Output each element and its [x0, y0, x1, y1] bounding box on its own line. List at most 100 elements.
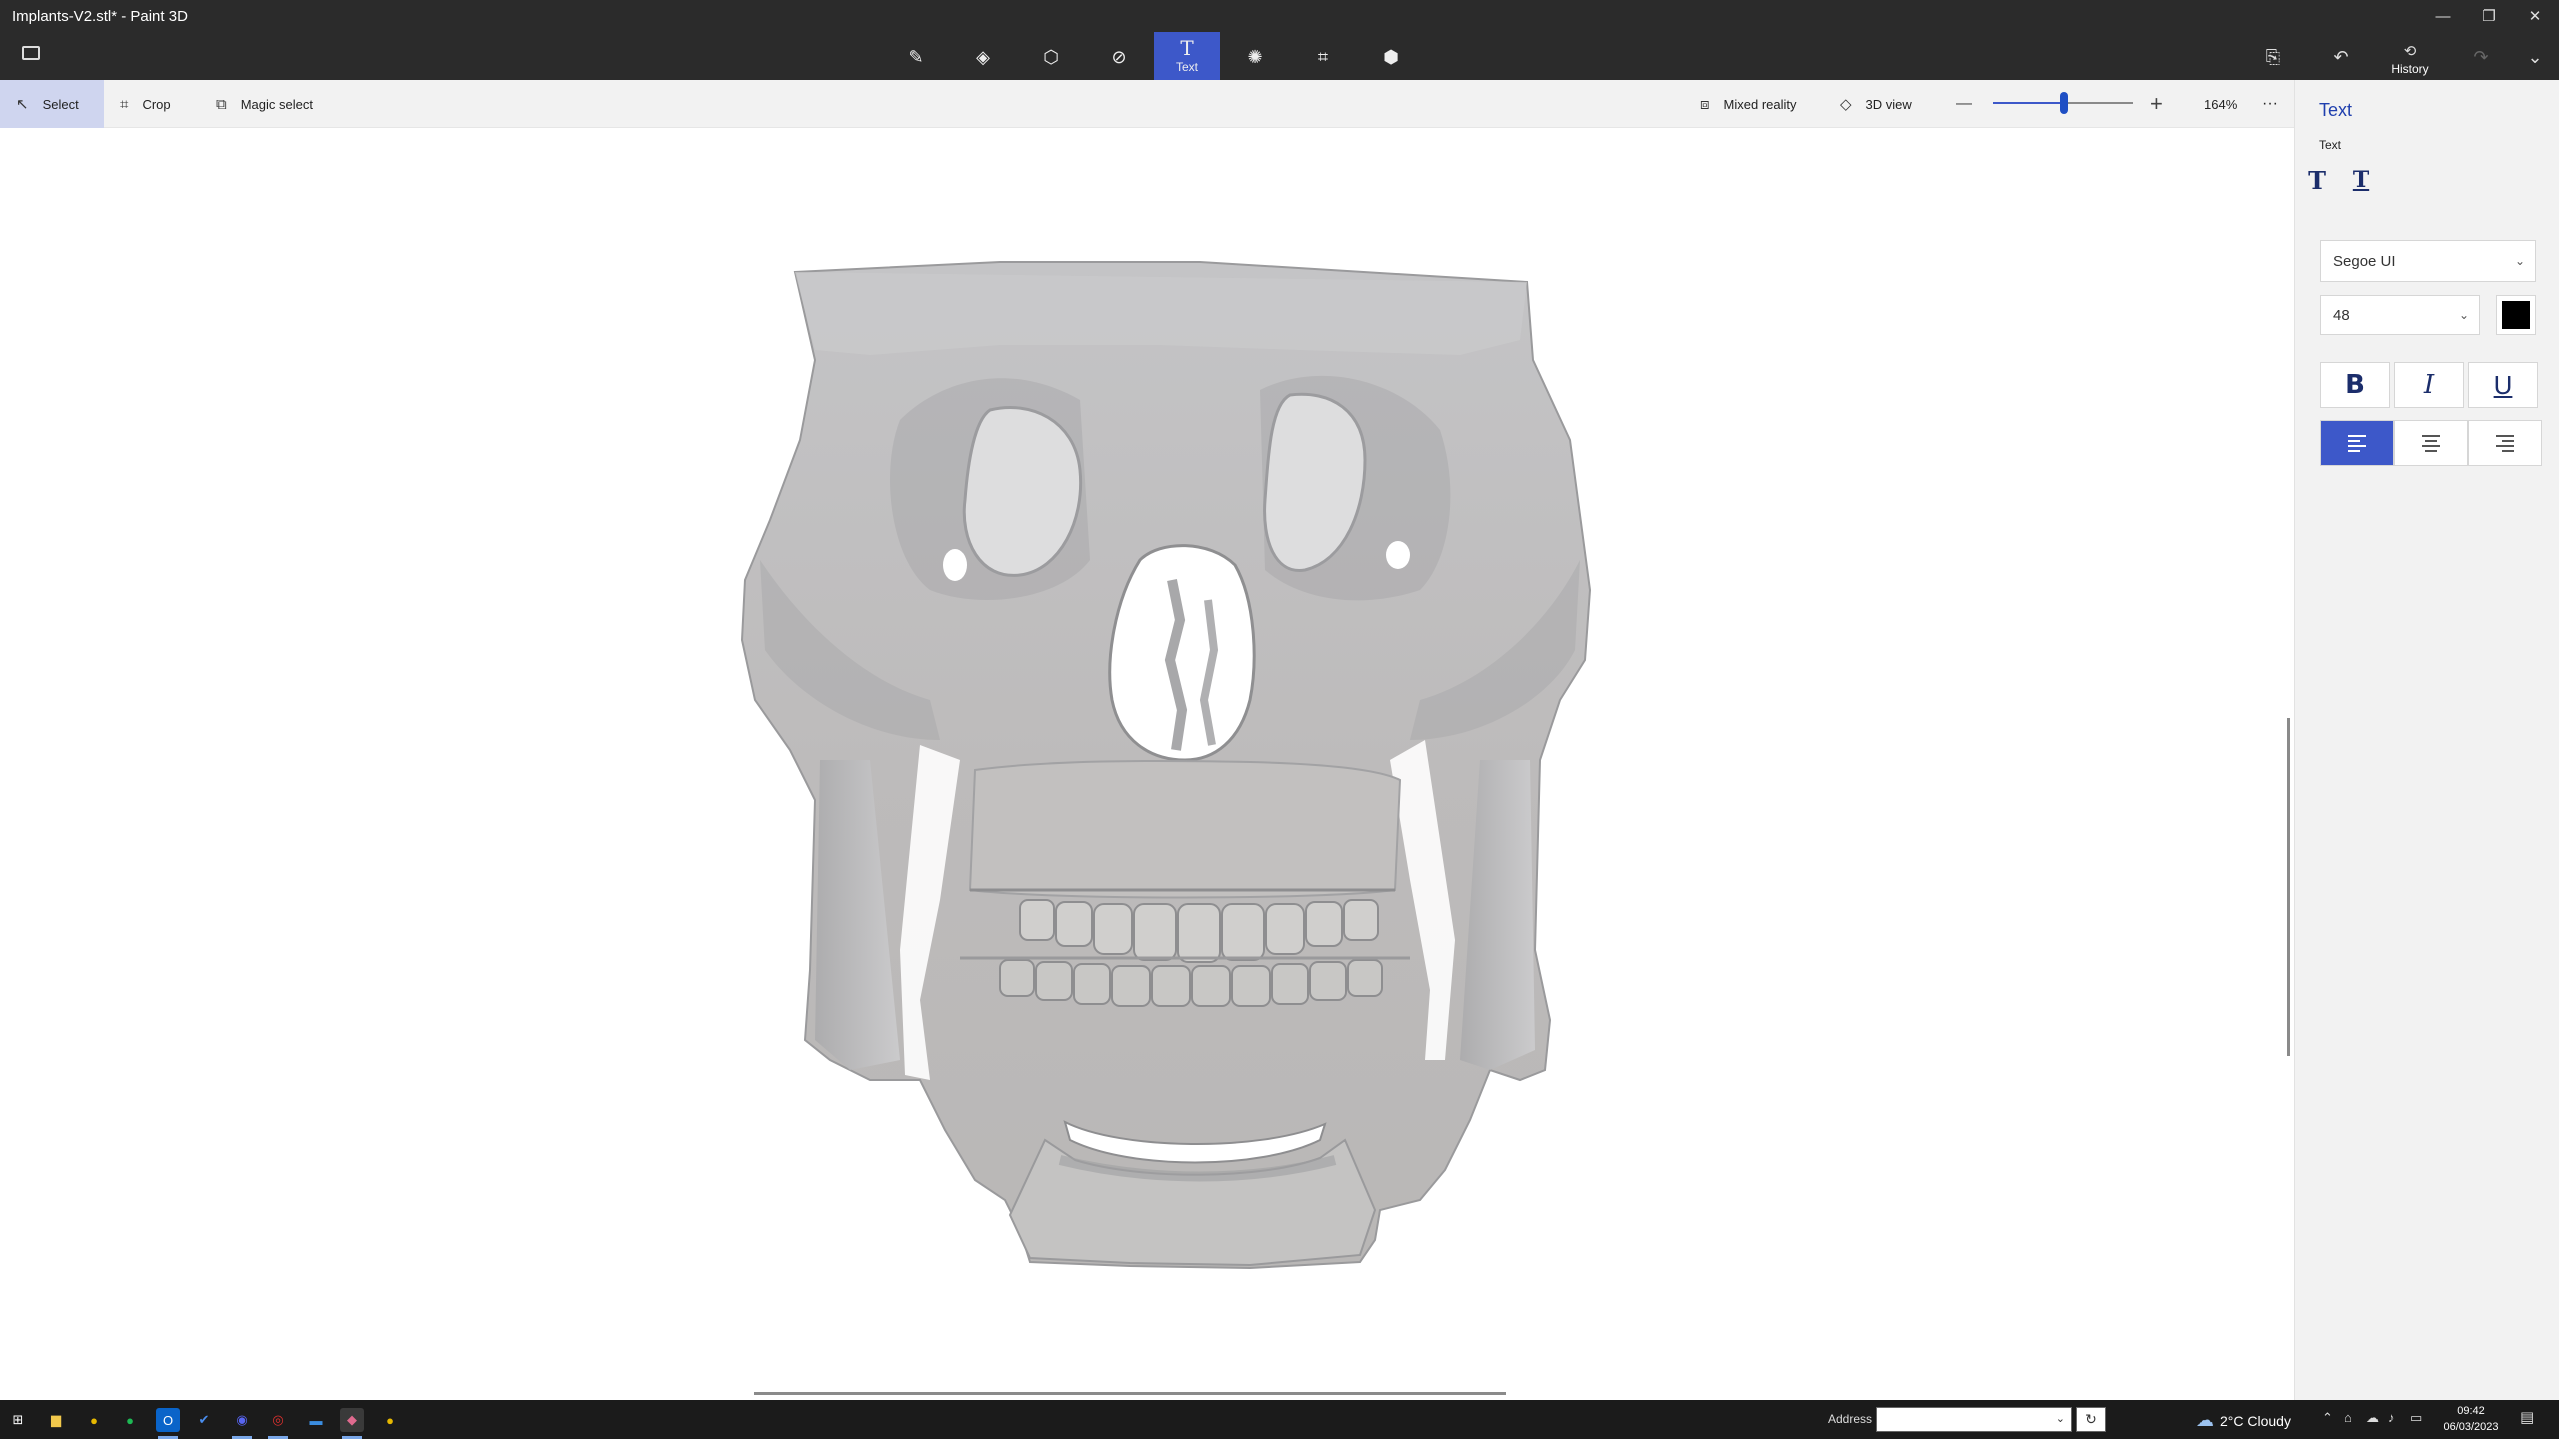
font-family-dropdown[interactable]: Segoe UI ⌄ — [2320, 240, 2536, 282]
font-family-value: Segoe UI — [2333, 252, 2396, 270]
text-icon: T — [1180, 36, 1194, 60]
2d-text-button[interactable]: T — [2297, 162, 2337, 198]
effects-icon: ✺ — [1247, 46, 1263, 67]
chevron-down-icon: ⌄ — [2055, 1413, 2065, 1425]
chrome-icon-2[interactable]: ● — [378, 1408, 402, 1432]
3d-library-icon: ⬢ — [1383, 46, 1399, 67]
italic-button[interactable]: I — [2394, 362, 2464, 408]
tool-effects[interactable]: ✺ — [1222, 34, 1288, 80]
window-title: Implants-V2.stl* - Paint 3D — [12, 8, 188, 25]
crop-button[interactable]: ⌗ Crop — [120, 80, 171, 128]
restore-button[interactable]: ❐ — [2466, 0, 2512, 32]
tool-stickers[interactable]: ⊘ — [1086, 34, 1152, 80]
mixed-reality-label: Mixed reality — [1723, 96, 1797, 112]
tray-device-icon[interactable]: ⌂ — [2344, 1410, 2352, 1425]
3d-view-button[interactable]: ◇ 3D view — [1840, 80, 1912, 128]
3d-view-icon: ◇ — [1840, 96, 1852, 113]
tool-3d-shapes[interactable]: ⬡ — [1018, 34, 1084, 80]
zoom-out-button[interactable]: — — [1956, 80, 1972, 128]
paint-3d-icon[interactable]: ◆ — [340, 1408, 364, 1439]
tool-2d-shapes[interactable]: ◈ — [950, 34, 1016, 80]
panel-title: Text — [2319, 100, 2353, 120]
skull-3d-model[interactable] — [0, 128, 2294, 1400]
3d-text-button[interactable]: T — [2341, 162, 2381, 198]
recorder-icon[interactable]: ◎ — [266, 1408, 290, 1439]
notifications-icon[interactable]: ▤ — [2520, 1408, 2534, 1426]
undo-button[interactable]: ↶ — [2328, 34, 2354, 80]
text-type-label: Text — [2319, 138, 2342, 152]
weather-widget[interactable]: ☁ 2°C Cloudy — [2196, 1410, 2291, 1431]
undo-icon: ↶ — [2333, 46, 2349, 67]
clipboard-icon: ⎘ — [2265, 46, 2281, 67]
expand-toolbar-button[interactable]: ⌄ — [2522, 34, 2548, 80]
3d-view-label: 3D view — [1865, 96, 1912, 112]
redo-icon: ↷ — [2473, 46, 2489, 67]
zoom-in-button[interactable]: + — [2150, 80, 2163, 128]
canvas-icon: ⌗ — [1317, 46, 1329, 67]
minimize-button[interactable]: — — [2420, 0, 2466, 32]
more-options-button[interactable]: ··· — [2262, 80, 2278, 128]
font-size-dropdown[interactable]: 48 ⌄ — [2320, 295, 2480, 335]
tray-volume-icon[interactable]: ♪ — [2388, 1410, 2395, 1425]
magic-select-icon: ⧉ — [216, 95, 227, 113]
align-left-icon — [2348, 434, 2366, 452]
tool-text[interactable]: T Text — [1154, 32, 1220, 80]
zoom-slider-thumb[interactable] — [2060, 92, 2068, 114]
mail-icon[interactable]: ▬ — [304, 1408, 328, 1432]
tool-brushes[interactable]: ✎ — [883, 34, 949, 80]
text-color-picker[interactable] — [2496, 295, 2536, 335]
close-button[interactable]: ✕ — [2512, 0, 2558, 32]
align-right-button[interactable] — [2468, 420, 2542, 466]
address-refresh-button[interactable]: ↻ — [2076, 1407, 2106, 1432]
zoom-slider-rest — [2066, 102, 2133, 104]
2d-shapes-icon: ◈ — [976, 46, 990, 67]
history-button[interactable]: ⟲ History — [2380, 36, 2440, 82]
history-label: History — [2391, 62, 2429, 76]
3d-cube-icon: ⬡ — [1043, 46, 1059, 67]
tool-canvas[interactable]: ⌗ — [1290, 34, 1356, 80]
underline-button[interactable]: U — [2468, 362, 2538, 408]
file-explorer-icon[interactable]: ▆ — [44, 1408, 68, 1432]
magic-select-label: Magic select — [240, 96, 313, 112]
select-button[interactable]: ↖ Select — [0, 80, 104, 128]
paste-button[interactable]: ⎘ — [2260, 34, 2286, 80]
magic-select-button[interactable]: ⧉ Magic select — [216, 80, 313, 128]
crop-label: Crop — [142, 96, 171, 112]
tray-onedrive-icon[interactable]: ☁ — [2366, 1410, 2379, 1426]
crop-icon: ⌗ — [120, 95, 129, 113]
font-size-value: 48 — [2333, 306, 2350, 324]
mixed-reality-icon: ⧈ — [1700, 95, 1710, 113]
mixed-reality-button[interactable]: ⧈ Mixed reality — [1700, 80, 1797, 128]
start-icon[interactable]: ⊞ — [6, 1408, 30, 1432]
clock-time: 09:42 — [2457, 1405, 2485, 1417]
spotify-icon[interactable]: ● — [118, 1408, 142, 1432]
horizontal-scrollbar[interactable] — [754, 1392, 1506, 1395]
menu-folder-icon[interactable] — [22, 46, 40, 60]
3d-text-icon: T — [2352, 167, 2370, 193]
align-center-button[interactable] — [2394, 420, 2468, 466]
select-label: Select — [42, 96, 79, 112]
chevron-down-icon: ⌄ — [2514, 254, 2525, 268]
taskbar: ⊞ ▆ ● ● O ✔ ◉ ◎ ▬ ◆ ● Address ⌄ ↻ ☁ 2°C … — [0, 1400, 2559, 1439]
sub-toolbar: ↖ Select ⌗ Crop ⧉ Magic select ⧈ Mixed r… — [0, 80, 2294, 128]
chrome-icon[interactable]: ● — [82, 1408, 106, 1432]
redo-button[interactable]: ↷ — [2468, 34, 2494, 80]
chevron-down-icon: ⌄ — [2458, 308, 2469, 322]
title-bar: Implants-V2.stl* - Paint 3D — ❐ ✕ ✎ ◈ ⬡ … — [0, 0, 2559, 80]
canvas-area[interactable] — [0, 128, 2294, 1400]
sticker-icon: ⊘ — [1111, 46, 1127, 67]
zoom-level: 164% — [2204, 96, 2238, 112]
weather-text: 2°C Cloudy — [2220, 1412, 2291, 1429]
align-left-button[interactable] — [2320, 420, 2394, 466]
tray-chevron-up-icon[interactable]: ⌃ — [2322, 1410, 2333, 1426]
tool-3d-library[interactable]: ⬢ — [1358, 34, 1424, 80]
outlook-icon[interactable]: O — [156, 1408, 180, 1439]
address-input[interactable]: ⌄ — [1876, 1407, 2072, 1432]
todo-icon[interactable]: ✔ — [192, 1408, 216, 1432]
taskbar-clock[interactable]: 09:42 06/03/2023 — [2436, 1403, 2506, 1435]
tray-network-icon[interactable]: ▭ — [2410, 1410, 2422, 1426]
discord-icon[interactable]: ◉ — [230, 1408, 254, 1439]
cursor-icon: ↖ — [16, 96, 29, 113]
bold-button[interactable]: B — [2320, 362, 2390, 408]
vertical-scrollbar[interactable] — [2287, 718, 2290, 1056]
